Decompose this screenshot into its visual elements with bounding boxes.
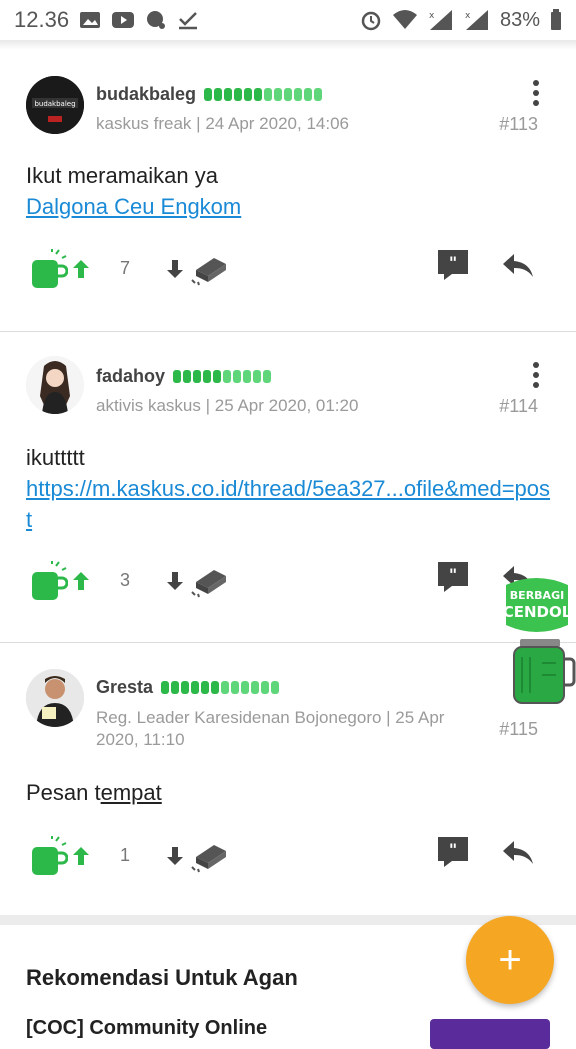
cendol-badge-line2: CENDOL bbox=[503, 603, 572, 621]
toolbar-shadow bbox=[0, 40, 576, 50]
post-number[interactable]: #113 bbox=[499, 114, 538, 135]
avatar[interactable] bbox=[26, 356, 84, 414]
svg-text:": " bbox=[449, 565, 457, 584]
upvote-count: 7 bbox=[120, 258, 131, 278]
quote-icon[interactable]: " bbox=[436, 248, 470, 287]
section-title: Rekomendasi Untuk Agan bbox=[26, 965, 298, 990]
wifi-icon bbox=[392, 10, 418, 30]
more-options-icon[interactable] bbox=[532, 80, 540, 106]
svg-text:": " bbox=[449, 253, 457, 272]
post-link[interactable]: Dalgona Ceu Engkom bbox=[26, 191, 556, 222]
post-actions: 7 " bbox=[26, 248, 556, 292]
post-number[interactable]: #114 bbox=[499, 396, 538, 417]
post-content: Pesan tempat bbox=[26, 777, 556, 808]
recommendation-item-title[interactable]: [COC] Community Online bbox=[26, 1017, 267, 1040]
post-actions: 3 " bbox=[26, 560, 556, 604]
downvote-icon[interactable] bbox=[164, 845, 186, 872]
alarm-icon bbox=[360, 9, 382, 31]
bata-brick-icon[interactable] bbox=[190, 564, 230, 603]
battery-percent: 83% bbox=[499, 8, 540, 31]
svg-text:x: x bbox=[465, 11, 471, 21]
username[interactable]: Gresta bbox=[96, 677, 280, 698]
gallery-icon bbox=[79, 11, 101, 29]
avatar[interactable] bbox=[26, 669, 84, 727]
signal-icon: x bbox=[464, 9, 490, 31]
downvote-icon[interactable] bbox=[164, 258, 186, 285]
post-number[interactable]: #115 bbox=[499, 719, 538, 740]
post-card: Gresta Reg. Leader Karesidenan Bojonegor… bbox=[0, 643, 576, 915]
upvote-count: 3 bbox=[120, 570, 131, 590]
svg-text:x: x bbox=[429, 11, 435, 21]
user-rank-date: Reg. Leader Karesidenan Bojonegoro | 25 … bbox=[96, 708, 445, 749]
signal-icon: x bbox=[428, 9, 454, 31]
upvote-icon[interactable] bbox=[70, 258, 92, 285]
avatar[interactable]: budakbaleg bbox=[26, 76, 84, 134]
create-post-button[interactable]: + bbox=[466, 916, 554, 1004]
post-card: fadahoy aktivis kaskus | 25 Apr 2020, 01… bbox=[0, 332, 576, 643]
upvote-icon[interactable] bbox=[70, 570, 92, 597]
username[interactable]: fadahoy bbox=[96, 366, 272, 387]
upvote-count: 1 bbox=[120, 845, 131, 865]
post-actions: 1 " bbox=[26, 835, 556, 879]
user-rank-date: kaskus freak | 24 Apr 2020, 14:06 bbox=[96, 114, 349, 133]
more-options-icon[interactable] bbox=[532, 362, 540, 388]
post-text: Ikut meramaikan ya bbox=[26, 163, 218, 188]
status-bar: 12.36 x x 83% bbox=[0, 0, 576, 40]
plus-icon: + bbox=[498, 938, 522, 982]
reputation-bar bbox=[161, 681, 280, 694]
user-rank-date: aktivis kaskus | 25 Apr 2020, 01:20 bbox=[96, 396, 359, 415]
username[interactable]: budakbaleg bbox=[96, 84, 323, 105]
reply-icon[interactable] bbox=[502, 252, 534, 285]
upvote-icon[interactable] bbox=[70, 845, 92, 872]
battery-icon bbox=[550, 9, 562, 31]
svg-text:": " bbox=[449, 840, 457, 859]
status-time: 12.36 bbox=[14, 7, 70, 32]
cendol-cup-icon[interactable] bbox=[28, 835, 69, 882]
bata-brick-icon[interactable] bbox=[190, 839, 230, 878]
cendol-cup-icon[interactable] bbox=[28, 560, 69, 607]
bata-brick-icon[interactable] bbox=[190, 252, 230, 291]
svg-text:budakbaleg: budakbaleg bbox=[34, 100, 75, 108]
berbagi-cendol-button[interactable]: BERBAGI CENDOL bbox=[500, 575, 576, 705]
downvote-icon[interactable] bbox=[164, 570, 186, 597]
notification-icon bbox=[145, 10, 167, 30]
post-text: Pesan t bbox=[26, 780, 101, 805]
quote-icon[interactable]: " bbox=[436, 835, 470, 874]
reputation-bar bbox=[204, 88, 323, 101]
post-link[interactable]: https://m.kaskus.co.id/thread/5ea327...o… bbox=[26, 473, 556, 535]
youtube-icon bbox=[111, 11, 135, 29]
post-card: budakbaleg budakbaleg kaskus freak | 24 … bbox=[0, 50, 576, 332]
reputation-bar bbox=[173, 370, 272, 383]
post-text-underlined: empat bbox=[100, 780, 162, 805]
cendol-badge-line1: BERBAGI bbox=[510, 589, 564, 602]
check-icon bbox=[177, 10, 199, 30]
post-text: ikuttttt bbox=[26, 445, 85, 470]
reply-icon[interactable] bbox=[502, 839, 534, 872]
cendol-cup-icon[interactable] bbox=[28, 248, 69, 295]
post-content: ikuttttt https://m.kaskus.co.id/thread/5… bbox=[26, 442, 556, 535]
post-content: Ikut meramaikan ya Dalgona Ceu Engkom bbox=[26, 160, 556, 222]
quote-icon[interactable]: " bbox=[436, 560, 470, 599]
